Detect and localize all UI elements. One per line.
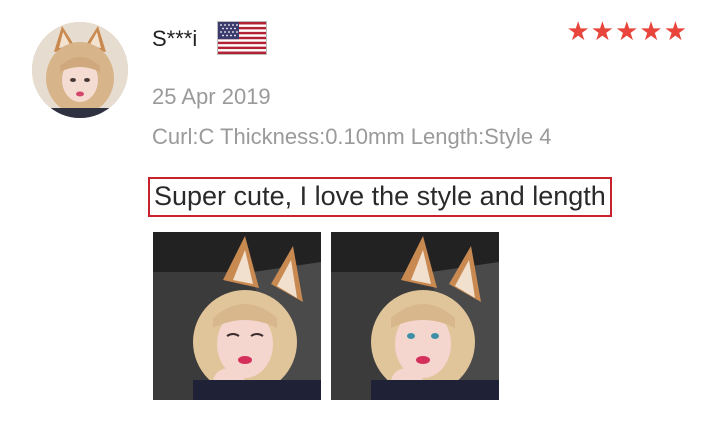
us-flag-icon bbox=[218, 22, 266, 54]
reviewer-avatar bbox=[32, 22, 128, 118]
review-comment: Super cute, I love the style and length bbox=[148, 177, 612, 217]
product-variant-info: Curl:C Thickness:0.10mm Length:Style 4 bbox=[152, 124, 552, 149]
review-date: 25 Apr 2019 bbox=[152, 84, 271, 109]
review-photo[interactable] bbox=[331, 232, 499, 400]
reviewer-name: S***i bbox=[152, 26, 198, 51]
star-rating: ★★★★★ bbox=[566, 16, 688, 46]
review-photo[interactable] bbox=[153, 232, 321, 400]
